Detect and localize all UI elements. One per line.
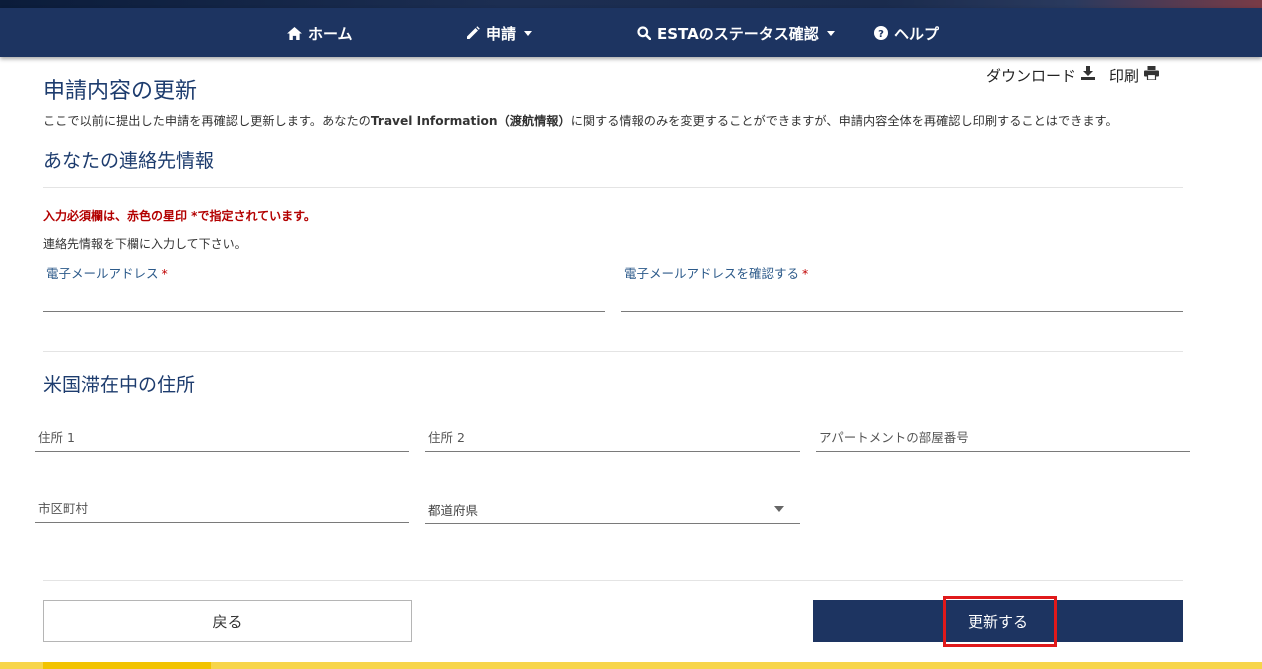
download-label: ダウンロード <box>986 66 1077 85</box>
page-title: 申請内容の更新 <box>43 79 198 104</box>
printer-icon <box>1144 66 1160 84</box>
intro-text-bold: Travel Information（渡航情報） <box>370 114 571 128</box>
divider <box>43 187 1183 188</box>
back-button[interactable]: 戻る <box>43 600 412 642</box>
nav-apply-label: 申請 <box>486 24 517 43</box>
required-star: * <box>161 266 168 281</box>
download-link[interactable]: ダウンロード <box>986 65 1096 86</box>
chevron-down-icon <box>524 30 533 36</box>
email-confirm-field[interactable] <box>621 284 1183 312</box>
chevron-down-icon <box>774 506 784 512</box>
intro-text-part1: ここで以前に提出した申請を再確認し更新します。あなたの <box>43 114 371 128</box>
address1-field[interactable] <box>35 424 409 452</box>
email-field[interactable] <box>43 284 605 312</box>
question-circle-icon: ? <box>874 26 888 40</box>
header-banner-strip <box>0 0 1262 8</box>
print-link[interactable]: 印刷 <box>1109 65 1160 86</box>
nav-help-label: ヘルプ <box>894 24 940 43</box>
update-button[interactable]: 更新する <box>813 600 1183 642</box>
nav-home[interactable]: ホーム <box>287 22 353 44</box>
nav-apply-dropdown[interactable]: 申請 <box>466 22 533 44</box>
nav-help[interactable]: ? ヘルプ <box>874 22 939 44</box>
footer-tab <box>43 662 211 669</box>
address-section-title: 米国滞在中の住所 <box>43 374 196 396</box>
required-fields-note: 入力必須欄は、赤色の星印 *で指定されています。 <box>43 209 316 223</box>
main-navbar: ホーム 申請 ESTAのステータス確認 ? ヘルプ <box>0 8 1262 57</box>
state-select[interactable]: 都道府県 <box>425 495 800 524</box>
home-icon <box>287 26 302 40</box>
intro-text: ここで以前に提出した申請を再確認し更新します。あなたのTravel Inform… <box>43 111 1233 129</box>
pencil-icon <box>466 26 480 40</box>
address2-field[interactable] <box>425 424 800 452</box>
required-star: * <box>802 266 809 281</box>
divider <box>43 580 1183 581</box>
state-select-value: 都道府県 <box>428 503 479 518</box>
email-label-text: 電子メールアドレス <box>46 266 159 281</box>
intro-text-part2: に関する情報のみを変更することができますが、申請内容全体を再確認し印刷することは… <box>570 114 1118 128</box>
email-confirm-label: 電子メールアドレスを確認する * <box>624 263 808 282</box>
contact-section-title: あなたの連絡先情報 <box>43 150 215 172</box>
page-root: ホーム 申請 ESTAのステータス確認 ? ヘルプ 申請内容の更新 ダウンロード <box>0 0 1262 669</box>
page-actions: ダウンロード 印刷 <box>986 64 1160 86</box>
nav-status-label: ESTAのステータス確認 <box>657 24 819 43</box>
nav-status-dropdown[interactable]: ESTAのステータス確認 <box>637 22 835 44</box>
chevron-down-icon <box>826 30 835 36</box>
search-icon <box>637 26 651 40</box>
nav-home-label: ホーム <box>308 24 353 43</box>
email-confirm-label-text: 電子メールアドレスを確認する <box>624 266 800 281</box>
download-icon <box>1081 66 1096 84</box>
apartment-number-field[interactable] <box>816 424 1190 452</box>
contact-instruction: 連絡先情報を下欄に入力して下さい。 <box>43 237 247 251</box>
divider <box>43 351 1183 352</box>
email-label: 電子メールアドレス * <box>46 263 168 282</box>
svg-text:?: ? <box>878 29 884 40</box>
city-field[interactable] <box>35 495 409 523</box>
print-label: 印刷 <box>1109 66 1140 85</box>
